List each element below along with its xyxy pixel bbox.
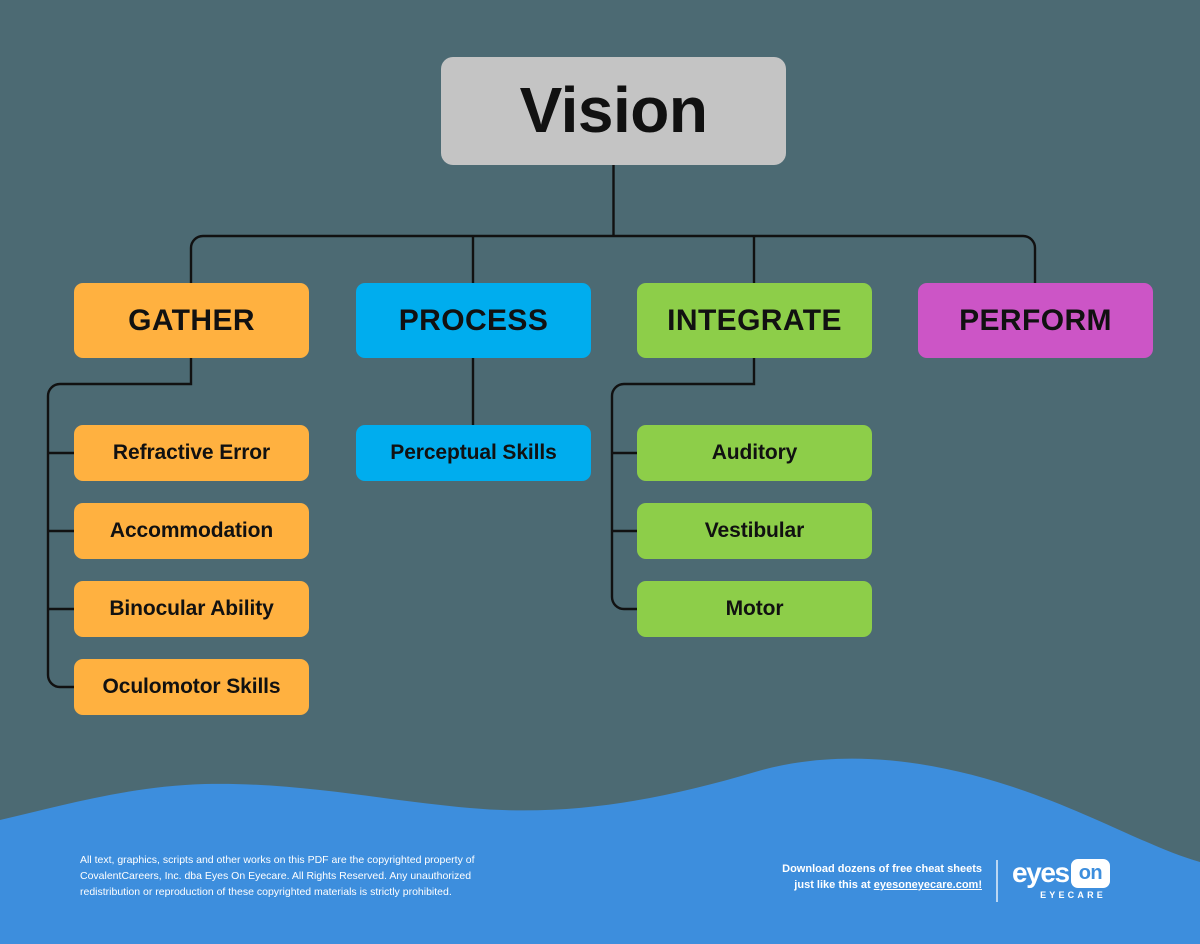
node-oculomotor-skills[interactable]: Oculomotor Skills [74,659,309,715]
logo-badge-on: on [1070,858,1110,888]
node-accommodation[interactable]: Accommodation [74,503,309,559]
logo-wordmark-row: eyes on [1012,857,1110,888]
node-integrate[interactable]: INTEGRATE [637,283,872,358]
footer-promo-line1: Download dozens of free cheat sheets [782,863,982,875]
node-motor[interactable]: Motor [637,581,872,637]
footer-copyright: All text, graphics, scripts and other wo… [80,854,475,898]
node-binocular-ability[interactable]: Binocular Ability [74,581,309,637]
footer-promo-prefix: just like this at [794,878,874,891]
node-gather[interactable]: GATHER [74,283,309,358]
cheat-sheet-canvas: Vision GATHER Refractive Error Accommodati… [0,0,1200,944]
node-process[interactable]: PROCESS [356,283,591,358]
footer-promo: Download dozens of free cheat sheets jus… [760,862,982,894]
footer-promo-line2: just like this at eyesoneyecare.com! [760,878,982,894]
node-perform[interactable]: PERFORM [918,283,1153,358]
node-refractive-error[interactable]: Refractive Error [74,425,309,481]
node-vestibular[interactable]: Vestibular [637,503,872,559]
footer-divider [996,860,998,902]
node-perceptual-skills[interactable]: Perceptual Skills [356,425,591,481]
logo-word-eyes: eyes [1012,857,1070,888]
node-auditory[interactable]: Auditory [637,425,872,481]
node-vision[interactable]: Vision [441,57,786,165]
logo-subtitle-eyecare: EYECARE [1040,890,1106,900]
footer-website-link[interactable]: eyesoneyecare.com! [874,879,982,891]
eyes-on-eyecare-logo[interactable]: eyes on EYECARE [1012,857,1110,904]
